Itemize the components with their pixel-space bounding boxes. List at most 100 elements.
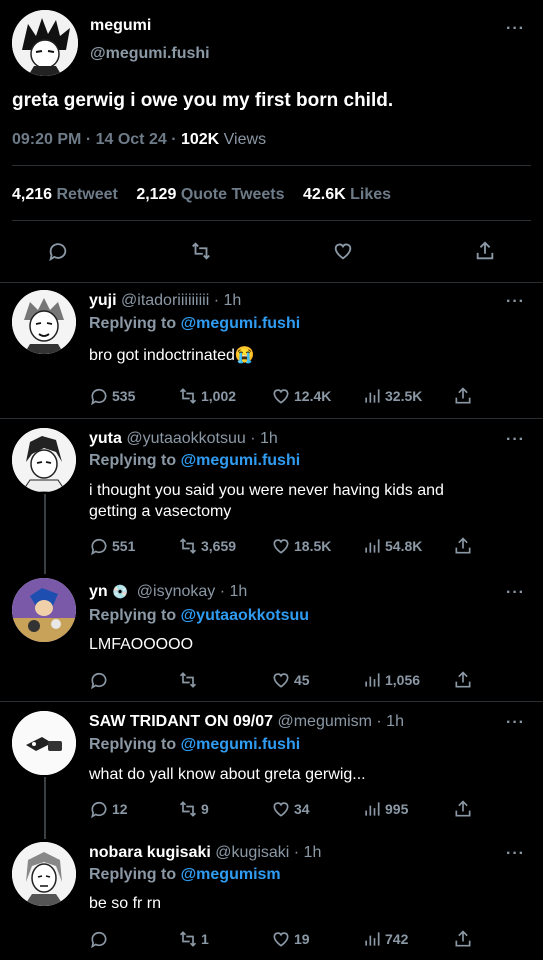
- views-button[interactable]: 54.8K: [362, 536, 422, 556]
- reply-icon: [91, 388, 107, 406]
- retweet-button[interactable]: 3,659: [178, 536, 236, 556]
- more-options-button[interactable]: ···: [506, 714, 525, 732]
- retweet-button[interactable]: 1: [178, 929, 209, 949]
- author-handle[interactable]: @megumism · 1h: [277, 713, 404, 730]
- quote-label[interactable]: Quote Tweets: [181, 186, 285, 203]
- mention-link[interactable]: @megumism: [181, 866, 281, 883]
- reply-icon[interactable]: [47, 240, 69, 262]
- avatar[interactable]: [12, 842, 76, 906]
- retweet-button[interactable]: 1,002: [178, 386, 236, 406]
- mention-link[interactable]: @megumi.fushi: [181, 736, 301, 753]
- reply-text: be so fr rn: [89, 895, 162, 912]
- divider: [12, 220, 531, 221]
- likes-label[interactable]: Likes: [350, 186, 391, 203]
- divider: [12, 165, 531, 166]
- views-button[interactable]: 742: [362, 929, 408, 949]
- reply-text: LMFAOOOOO: [89, 636, 194, 653]
- share-button[interactable]: [453, 799, 473, 819]
- author-handle[interactable]: @yutaaokkotsuu · 1h: [126, 430, 277, 447]
- views-icon: [365, 932, 380, 946]
- views-button[interactable]: 995: [362, 799, 408, 819]
- like-icon: [273, 802, 289, 817]
- reply-button[interactable]: [89, 929, 112, 949]
- like-button[interactable]: 19: [271, 929, 310, 949]
- replying-prefix: Replying to: [89, 315, 177, 332]
- reply-button[interactable]: 551: [89, 536, 135, 556]
- reply-icon: [91, 801, 107, 819]
- tweet-text: greta gerwig i owe you my first born chi…: [12, 90, 394, 111]
- reply-button[interactable]: 12: [89, 799, 128, 819]
- mention-link[interactable]: @megumi.fushi: [181, 315, 301, 332]
- reply-button[interactable]: [89, 670, 112, 690]
- share-button[interactable]: [453, 386, 473, 406]
- mention-link[interactable]: @megumi.fushi: [181, 452, 301, 469]
- like-count: 18.5K: [294, 538, 332, 554]
- share-icon[interactable]: [474, 240, 496, 262]
- more-options-button[interactable]: ···: [506, 845, 525, 863]
- reply-icon: [91, 672, 107, 690]
- reply-button[interactable]: 535: [89, 386, 135, 406]
- divider: [0, 701, 543, 702]
- author-name[interactable]: yuji: [89, 292, 117, 309]
- like-button[interactable]: 18.5K: [271, 536, 331, 556]
- thread-line: [44, 777, 46, 839]
- share-icon: [455, 800, 471, 817]
- views-button[interactable]: 1,056: [362, 670, 420, 690]
- retweet-icon[interactable]: [190, 240, 212, 262]
- like-icon: [273, 389, 289, 404]
- retweet-count[interactable]: 4,216: [12, 186, 52, 203]
- retweet-count: 1,002: [201, 388, 237, 404]
- author-handle[interactable]: @itadoriiiiiiiii · 1h: [121, 292, 241, 309]
- reply-header: yn 💿 @isynokay · 1h: [89, 583, 247, 601]
- mention-link[interactable]: @yutaaokkotsuu: [181, 607, 310, 624]
- reply-icon: [91, 538, 107, 556]
- author-handle[interactable]: @megumi.fushi: [90, 45, 210, 63]
- divider: [0, 282, 543, 283]
- views-count: 54.8K: [385, 538, 423, 554]
- retweet-button[interactable]: [178, 670, 201, 690]
- share-button[interactable]: [453, 536, 473, 556]
- views-button[interactable]: 32.5K: [362, 386, 422, 406]
- like-button[interactable]: 34: [271, 799, 310, 819]
- like-icon[interactable]: [332, 240, 354, 262]
- avatar[interactable]: [12, 290, 76, 354]
- author-name[interactable]: yn: [89, 583, 108, 600]
- like-button[interactable]: 12.4K: [271, 386, 331, 406]
- disc-badge-icon: 💿: [112, 584, 129, 599]
- thread-line: [44, 494, 46, 574]
- avatar[interactable]: [12, 10, 78, 76]
- replying-prefix: Replying to: [89, 607, 177, 624]
- author-name[interactable]: SAW TRIDANT ON 09/07: [89, 713, 273, 730]
- like-button[interactable]: 45: [271, 670, 310, 690]
- share-button[interactable]: [453, 670, 473, 690]
- share-button[interactable]: [453, 929, 473, 949]
- like-icon: [273, 539, 289, 554]
- tweet-timestamp[interactable]: 09:20 PM · 14 Oct 24 ·: [12, 131, 177, 148]
- avatar[interactable]: [12, 711, 76, 775]
- reply-header: nobara kugisaki @kugisaki · 1h: [89, 844, 321, 862]
- author-handle[interactable]: @kugisaki · 1h: [215, 844, 321, 861]
- views-icon: [365, 802, 380, 816]
- retweet-button[interactable]: 9: [178, 799, 209, 819]
- author-name[interactable]: nobara kugisaki: [89, 844, 211, 861]
- more-options-button[interactable]: ···: [506, 584, 525, 602]
- more-options-button[interactable]: ···: [506, 293, 525, 311]
- retweet-icon: [179, 538, 197, 554]
- reply-text-line: i thought you said you were never having…: [89, 482, 444, 499]
- retweet-count: 1: [201, 931, 209, 947]
- author-handle[interactable]: @isynokay · 1h: [137, 583, 248, 600]
- more-options-button[interactable]: ···: [506, 431, 525, 449]
- views-count: 742: [385, 931, 409, 947]
- more-options-button[interactable]: ···: [506, 20, 525, 38]
- author-name[interactable]: megumi: [90, 17, 151, 35]
- replying-to: Replying to @megumi.fushi: [89, 315, 300, 333]
- retweet-icon: [179, 931, 197, 947]
- avatar[interactable]: [12, 578, 76, 642]
- retweet-label[interactable]: Retweet: [57, 186, 118, 203]
- avatar[interactable]: [12, 428, 76, 492]
- author-name[interactable]: yuta: [89, 430, 122, 447]
- replying-to: Replying to @megumi.fushi: [89, 452, 300, 470]
- like-icon: [273, 673, 289, 688]
- quote-count[interactable]: 2,129: [136, 186, 176, 203]
- likes-count[interactable]: 42.6K: [303, 186, 346, 203]
